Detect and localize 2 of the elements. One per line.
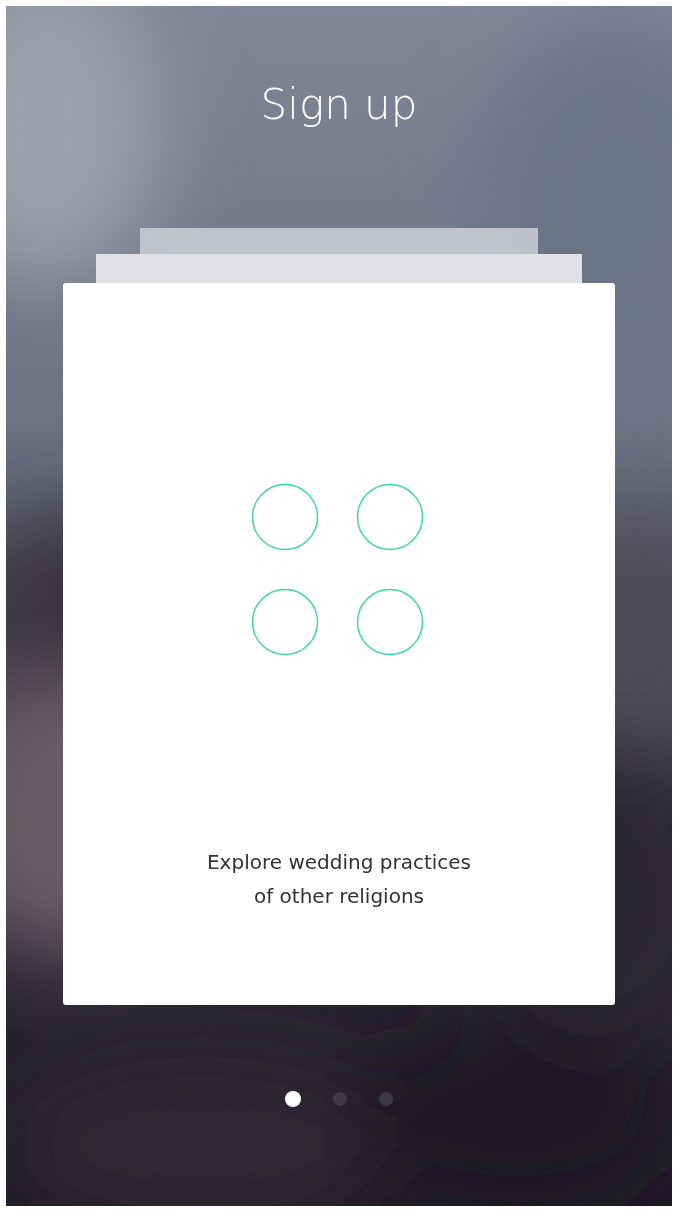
page-title: Sign up [260, 79, 418, 131]
card-caption: Explore wedding practices of other religions [206, 849, 471, 910]
